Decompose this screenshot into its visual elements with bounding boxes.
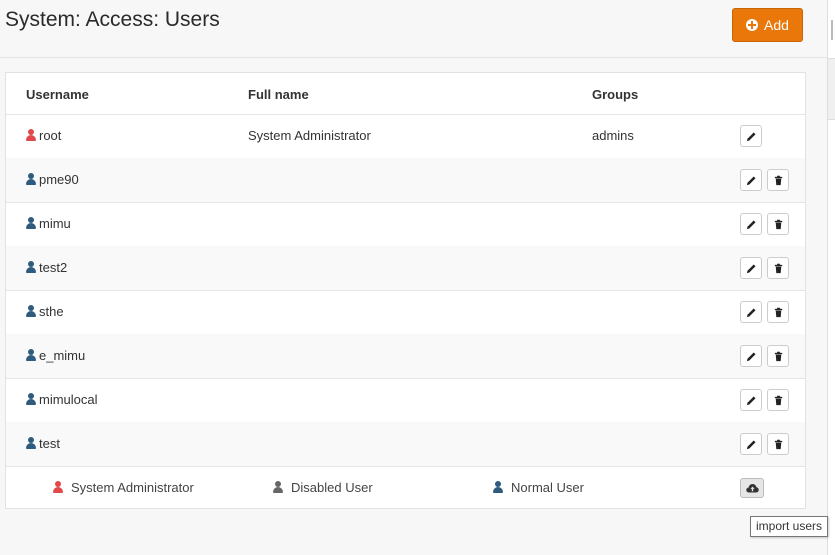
username-cell: test2 xyxy=(26,260,67,275)
username: mimulocal xyxy=(39,392,98,407)
add-user-button[interactable]: Add xyxy=(732,8,803,42)
pencil-icon xyxy=(746,307,756,317)
delete-button[interactable] xyxy=(767,345,789,367)
table-row: test xyxy=(6,422,805,467)
legend-admin: System Administrator xyxy=(53,480,194,495)
edit-button[interactable] xyxy=(740,301,762,323)
delete-button[interactable] xyxy=(767,433,789,455)
plus-circle-icon xyxy=(746,19,759,31)
user-icon xyxy=(26,217,36,229)
table-row: e_mimu xyxy=(6,334,805,379)
pencil-icon xyxy=(746,351,756,361)
header-groups[interactable]: Groups xyxy=(592,87,638,102)
table-row: pme90 xyxy=(6,158,805,203)
table-row: sthe xyxy=(6,290,805,335)
pencil-icon xyxy=(746,175,756,185)
user-icon xyxy=(273,481,283,493)
username: test2 xyxy=(39,260,68,275)
user-icon xyxy=(26,261,36,273)
table-row: mimulocal xyxy=(6,378,805,423)
table-row: test2 xyxy=(6,246,805,291)
delete-button[interactable] xyxy=(767,257,789,279)
edit-button[interactable] xyxy=(740,345,762,367)
full-name-cell: System Administrator xyxy=(248,128,371,143)
delete-button[interactable] xyxy=(767,213,789,235)
edit-button[interactable] xyxy=(740,389,762,411)
delete-button[interactable] xyxy=(767,389,789,411)
edit-button[interactable] xyxy=(740,257,762,279)
users-table: Username Full name Groups root System Ad… xyxy=(5,72,806,509)
trash-icon xyxy=(774,439,782,449)
table-header: Username Full name Groups xyxy=(6,73,805,115)
add-button-label: Add xyxy=(764,17,789,33)
edit-button[interactable] xyxy=(740,169,762,191)
username-cell: mimulocal xyxy=(26,392,98,407)
username-cell: e_mimu xyxy=(26,348,85,363)
header-username[interactable]: Username xyxy=(26,87,89,102)
scrollbar[interactable] xyxy=(827,0,835,555)
trash-icon xyxy=(774,219,782,229)
pencil-icon xyxy=(746,395,756,405)
username: pme90 xyxy=(39,172,79,187)
username-cell: mimu xyxy=(26,216,71,231)
user-icon xyxy=(26,437,36,449)
header-full-name[interactable]: Full name xyxy=(248,87,309,102)
user-icon xyxy=(26,349,36,361)
cloud-upload-icon xyxy=(745,484,759,493)
import-users-tooltip: import users xyxy=(750,516,828,537)
username: test xyxy=(39,436,60,451)
pencil-icon xyxy=(746,131,756,141)
user-type-legend: System Administrator Disabled User Norma… xyxy=(6,466,805,508)
user-icon xyxy=(26,173,36,185)
legend-normal: Normal User xyxy=(493,480,584,495)
import-users-button[interactable] xyxy=(740,478,764,498)
user-icon xyxy=(493,481,503,493)
edit-button[interactable] xyxy=(740,125,762,147)
table-row: root System Administrator admins xyxy=(6,114,805,159)
username-cell: sthe xyxy=(26,304,64,319)
user-icon xyxy=(26,305,36,317)
trash-icon xyxy=(774,175,782,185)
username: sthe xyxy=(39,304,64,319)
delete-button[interactable] xyxy=(767,301,789,323)
trash-icon xyxy=(774,307,782,317)
username: e_mimu xyxy=(39,348,86,363)
user-icon xyxy=(26,129,36,141)
edit-button[interactable] xyxy=(740,213,762,235)
username: mimu xyxy=(39,216,71,231)
username: root xyxy=(39,128,62,143)
trash-icon xyxy=(774,351,782,361)
user-icon xyxy=(53,481,63,493)
edit-button[interactable] xyxy=(740,433,762,455)
username-cell: test xyxy=(26,436,60,451)
page-title: System: Access: Users xyxy=(5,8,220,31)
pencil-icon xyxy=(746,219,756,229)
table-row: mimu xyxy=(6,202,805,247)
page-header: System: Access: Users Add xyxy=(0,0,827,58)
trash-icon xyxy=(774,263,782,273)
pencil-icon xyxy=(746,439,756,449)
username-cell: pme90 xyxy=(26,172,79,187)
legend-disabled: Disabled User xyxy=(273,480,373,495)
groups-cell: admins xyxy=(592,128,634,143)
pencil-icon xyxy=(746,263,756,273)
trash-icon xyxy=(774,395,782,405)
username-cell: root xyxy=(26,128,61,143)
user-icon xyxy=(26,393,36,405)
delete-button[interactable] xyxy=(767,169,789,191)
